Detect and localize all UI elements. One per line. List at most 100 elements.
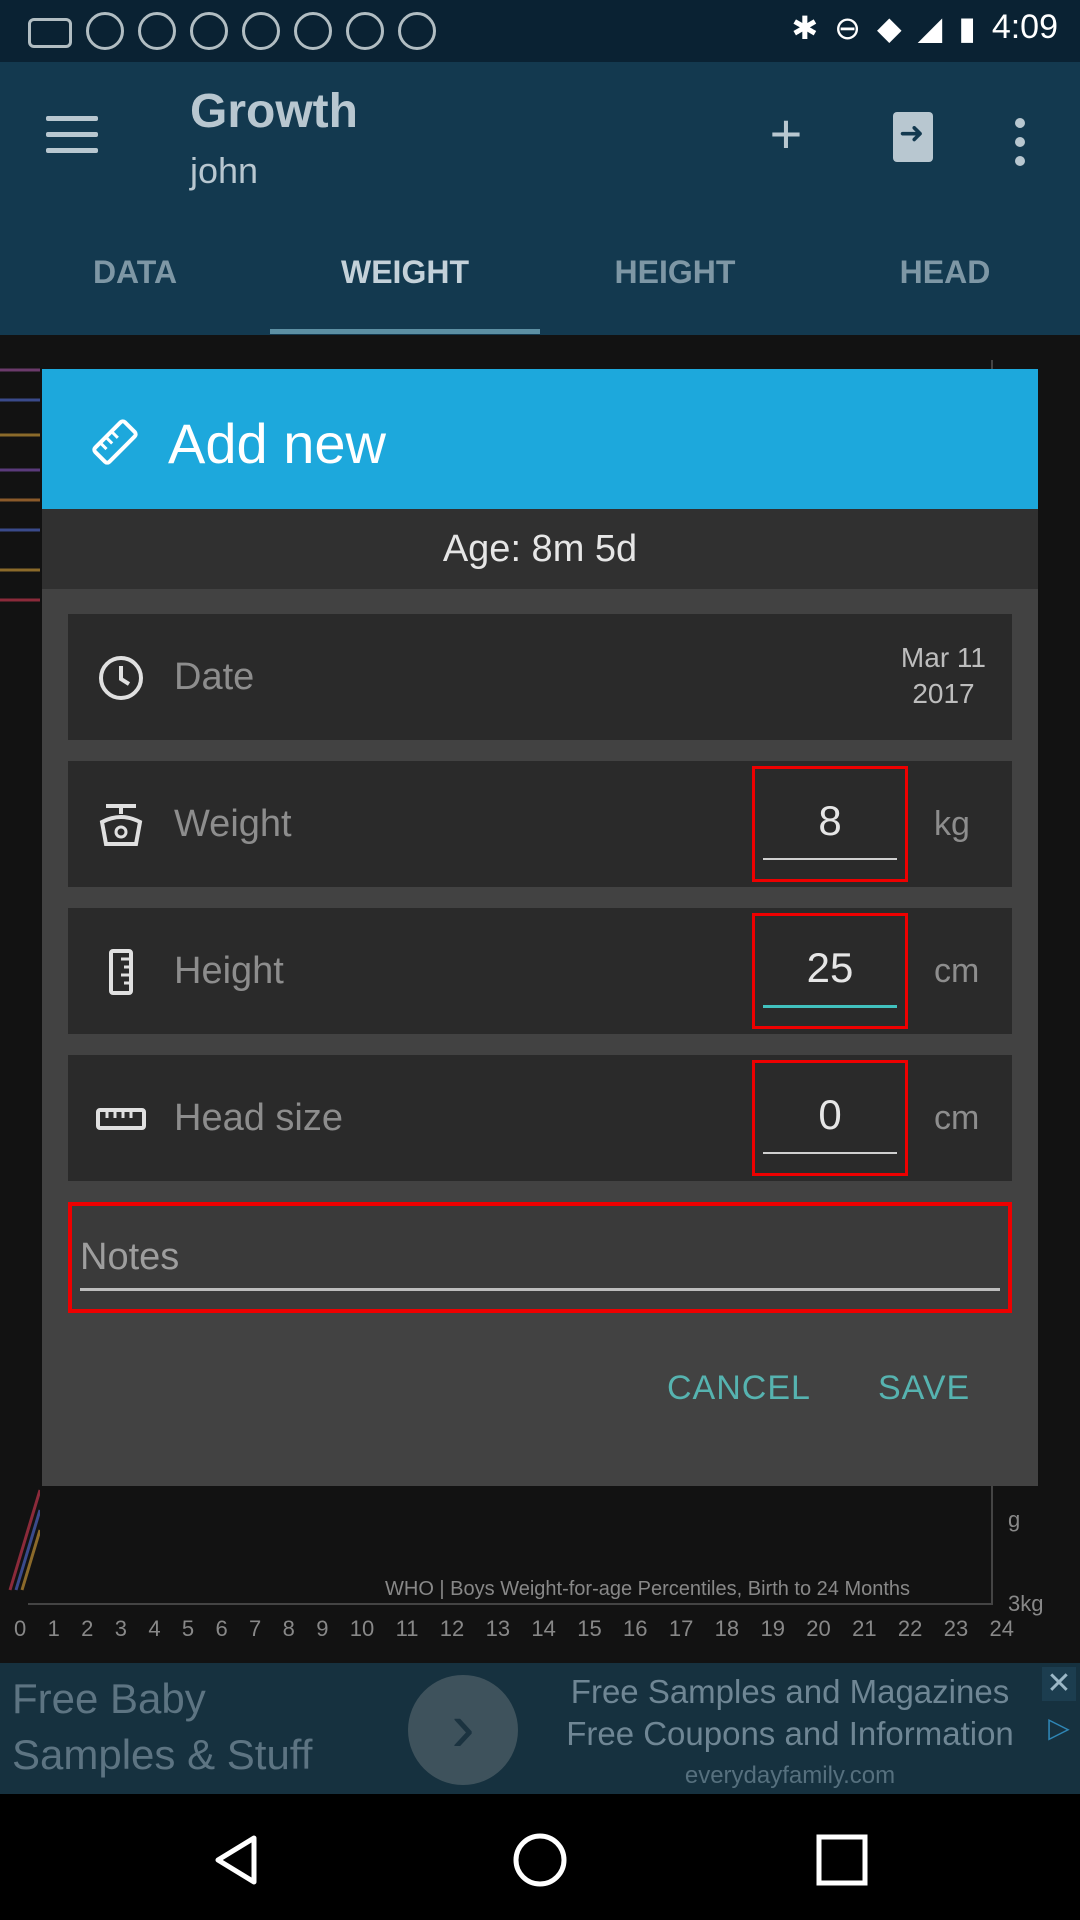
x-axis-tick: 19 — [760, 1616, 785, 1641]
ad-close-icon[interactable]: ✕ — [1042, 1667, 1076, 1701]
back-icon[interactable] — [210, 1832, 266, 1888]
ruler-tag-icon — [92, 419, 138, 465]
head-size-unit: cm — [934, 1099, 980, 1137]
x-axis-tick: 13 — [485, 1616, 511, 1641]
x-axis-tick: 15 — [577, 1616, 602, 1641]
ad-body-line2: Free Coupons and Information — [566, 1715, 1014, 1752]
input-underline — [80, 1288, 1000, 1291]
x-axis-tick: 7 — [249, 1616, 262, 1641]
add-new-dialog: Add new Age: 8m 5d Date Mar 11 2017 Weig… — [42, 369, 1038, 1486]
tab-bar: DATA WEIGHT HEIGHT HEAD — [0, 210, 1080, 335]
date-year: 2017 — [912, 678, 975, 709]
page-title: Growth — [190, 85, 358, 138]
x-axis-tick: 24 — [989, 1616, 1014, 1641]
x-axis-tick: 0 — [14, 1616, 27, 1641]
clock-icon — [99, 656, 143, 700]
x-axis-tick: 22 — [897, 1616, 923, 1641]
dialog-title: Add new — [168, 412, 386, 475]
message-icon — [28, 18, 72, 48]
cancel-button[interactable]: CANCEL — [667, 1369, 811, 1408]
ad-domain: everydayfamily.com — [684, 1762, 896, 1789]
home-icon[interactable] — [512, 1832, 568, 1888]
news-icon — [398, 12, 436, 50]
signal-icon: ◢ — [917, 9, 943, 46]
clock: 4:09 — [991, 8, 1058, 46]
ad-choices-icon[interactable]: ▷ — [1042, 1711, 1076, 1745]
wifi-icon: ◆ — [876, 9, 902, 46]
tab-height[interactable]: HEIGHT — [540, 210, 810, 335]
tape-measure-icon — [96, 1108, 146, 1130]
weight-unit: kg — [934, 805, 970, 843]
tab-indicator — [270, 329, 540, 334]
x-axis-tick: 4 — [148, 1616, 161, 1641]
ad-headline-line2: Samples & Stuff — [12, 1731, 313, 1778]
head-size-value: 0 — [818, 1091, 842, 1138]
input-underline — [763, 858, 897, 860]
news-icon — [346, 12, 384, 50]
x-axis-tick: 8 — [282, 1616, 295, 1641]
app-bar: Growth john + — [0, 62, 1080, 210]
x-axis-tick: 12 — [439, 1616, 465, 1641]
scale-icon — [99, 804, 143, 846]
date-value[interactable]: Mar 11 2017 — [901, 640, 986, 712]
x-axis-tick: 6 — [215, 1616, 228, 1641]
more-options-icon[interactable] — [1015, 118, 1025, 175]
ad-headline: Free Baby Samples & Stuff — [12, 1671, 312, 1783]
height-value: 25 — [806, 944, 854, 991]
export-icon[interactable] — [893, 112, 933, 162]
weight-input[interactable]: 8 — [752, 766, 908, 882]
head-size-row: Head size 0 cm — [68, 1055, 1012, 1181]
date-row[interactable]: Date Mar 11 2017 — [68, 614, 1012, 740]
ad-body-line1: Free Samples and Magazines — [570, 1673, 1010, 1710]
bluetooth-icon: ✱ — [791, 9, 819, 46]
x-axis-tick: 16 — [623, 1616, 648, 1641]
x-axis-tick: 11 — [395, 1616, 419, 1641]
x-axis-ticks: 0 1 2 3 4 5 6 7 8 9 10 11 12 13 14 15 16 17 18 19 20 21 22 23 24 — [14, 1616, 1014, 1642]
weight-value: 8 — [818, 797, 842, 844]
status-bar: ✱ ⊖ ◆ ◢ ▮ 4:09 — [0, 0, 1080, 62]
head-size-label: Head size — [174, 1097, 343, 1139]
age-display: Age: 8m 5d — [42, 509, 1038, 589]
news-icon — [242, 12, 280, 50]
notes-placeholder: Notes — [80, 1236, 180, 1278]
input-underline — [763, 1152, 897, 1154]
ruler-icon — [109, 949, 133, 995]
tab-weight[interactable]: WEIGHT — [270, 210, 540, 335]
add-icon[interactable]: + — [756, 104, 816, 164]
x-axis-tick: 1 — [47, 1616, 60, 1641]
weight-row: Weight 8 kg — [68, 761, 1012, 887]
y-axis-label: 3kg — [1008, 1591, 1044, 1616]
x-axis-tick: 20 — [806, 1616, 831, 1641]
x-axis-tick: 5 — [181, 1616, 195, 1641]
x-axis-tick: 10 — [349, 1616, 375, 1641]
x-axis-tick: 3 — [114, 1616, 127, 1641]
x-axis-tick: 14 — [531, 1616, 556, 1641]
ad-banner[interactable]: Free Baby Samples & Stuff › Free Samples… — [0, 1663, 1080, 1794]
x-axis-tick: 2 — [81, 1616, 94, 1641]
news-icon — [86, 12, 124, 50]
notification-icons — [28, 12, 436, 50]
date-month-day: Mar 11 — [900, 642, 986, 673]
page-subtitle: john — [190, 150, 259, 191]
news-icon — [138, 12, 176, 50]
height-row: Height 25 cm — [68, 908, 1012, 1034]
ad-body: Free Samples and Magazines Free Coupons … — [540, 1671, 1040, 1794]
notes-field[interactable]: Notes — [68, 1202, 1012, 1313]
save-button[interactable]: SAVE — [878, 1369, 970, 1408]
x-axis-tick: 23 — [943, 1616, 969, 1641]
head-size-input[interactable]: 0 — [752, 1060, 908, 1176]
recents-icon[interactable] — [814, 1832, 870, 1888]
x-axis-tick: 21 — [852, 1616, 877, 1641]
tab-head[interactable]: HEAD — [810, 210, 1080, 335]
system-status: ✱ ⊖ ◆ ◢ ▮ 4:09 — [791, 8, 1058, 47]
height-unit: cm — [934, 952, 980, 990]
height-input[interactable]: 25 — [752, 913, 908, 1029]
x-axis-tick: 18 — [714, 1616, 740, 1641]
news-icon — [190, 12, 228, 50]
ad-arrow-icon[interactable]: › — [408, 1675, 518, 1785]
tab-data[interactable]: DATA — [0, 210, 270, 335]
news-icon — [294, 12, 332, 50]
x-axis-tick: 17 — [668, 1616, 694, 1641]
navigation-bar — [0, 1794, 1080, 1920]
menu-icon[interactable] — [46, 116, 98, 156]
